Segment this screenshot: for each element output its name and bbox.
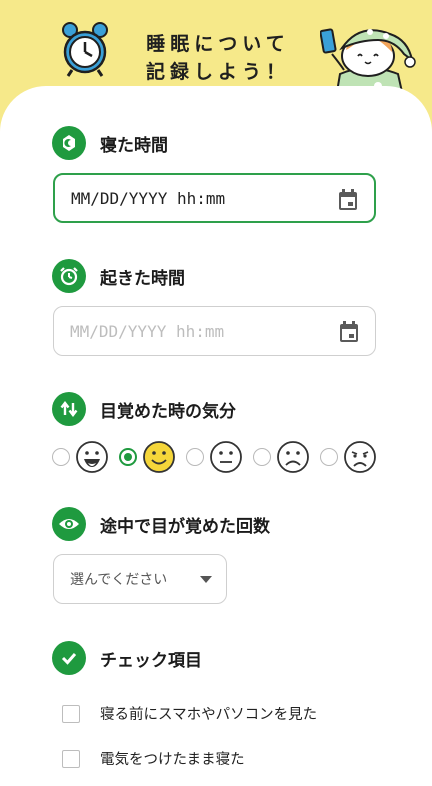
section-label: 寝た時間 xyxy=(100,135,168,156)
section-checklist: チェック項目 xyxy=(52,640,202,676)
section-label: 起きた時間 xyxy=(100,268,185,289)
section-label: 途中で目が覚めた回数 xyxy=(100,516,270,537)
alarm-clock-illustration xyxy=(60,20,110,82)
mood-options xyxy=(52,437,387,477)
checklist-item[interactable]: 寝る前にスマホやパソコンを見た xyxy=(62,703,317,724)
mood-radio-neutral[interactable] xyxy=(186,448,204,466)
wakeups-select-placeholder: 選んでください xyxy=(70,572,168,588)
wake-time-placeholder: MM/DD/YYYY hh:mm xyxy=(70,321,225,341)
mood-radio-happy[interactable] xyxy=(119,448,137,466)
very-happy-face-icon xyxy=(76,441,108,473)
section-label: 目覚めた時の気分 xyxy=(100,401,236,422)
checkbox[interactable] xyxy=(62,749,80,768)
very-sad-face-icon xyxy=(344,441,376,473)
mood-radio-sad[interactable] xyxy=(253,448,271,466)
eye-icon xyxy=(52,507,86,541)
checkbox[interactable] xyxy=(62,704,80,723)
sleep-time-placeholder: MM/DD/YYYY hh:mm xyxy=(71,188,226,208)
calendar-icon[interactable] xyxy=(338,189,358,215)
sleep-time-input[interactable]: MM/DD/YYYY hh:mm xyxy=(53,173,376,223)
chevron-down-icon xyxy=(200,576,212,583)
calendar-icon[interactable] xyxy=(339,321,359,347)
wakeups-select[interactable]: 選んでください xyxy=(53,554,227,604)
swap-arrows-icon xyxy=(52,392,86,426)
section-mood: 目覚めた時の気分 xyxy=(52,391,236,427)
mood-radio-very-sad[interactable] xyxy=(320,448,338,466)
check-icon xyxy=(52,641,86,675)
section-wakeups: 途中で目が覚めた回数 xyxy=(52,506,270,542)
section-wake-time: 起きた時間 xyxy=(52,258,185,294)
checklist-item-label: 寝る前にスマホやパソコンを見た xyxy=(100,707,318,723)
sad-face-icon xyxy=(277,441,309,473)
alarm-clock-icon xyxy=(52,259,86,293)
wake-time-input[interactable]: MM/DD/YYYY hh:mm xyxy=(53,306,376,356)
mood-radio-very-happy[interactable] xyxy=(52,448,70,466)
checklist-item-label: 電気をつけたまま寝た xyxy=(100,752,245,768)
happy-face-icon xyxy=(143,441,175,473)
section-label: チェック項目 xyxy=(100,650,202,671)
page-title: 睡眠について 記録しよう！ xyxy=(145,33,290,83)
section-sleep-time: 寝た時間 xyxy=(52,125,168,161)
neutral-face-icon xyxy=(210,441,242,473)
moon-icon xyxy=(52,126,86,160)
checklist-item[interactable]: 電気をつけたまま寝た xyxy=(62,748,245,769)
